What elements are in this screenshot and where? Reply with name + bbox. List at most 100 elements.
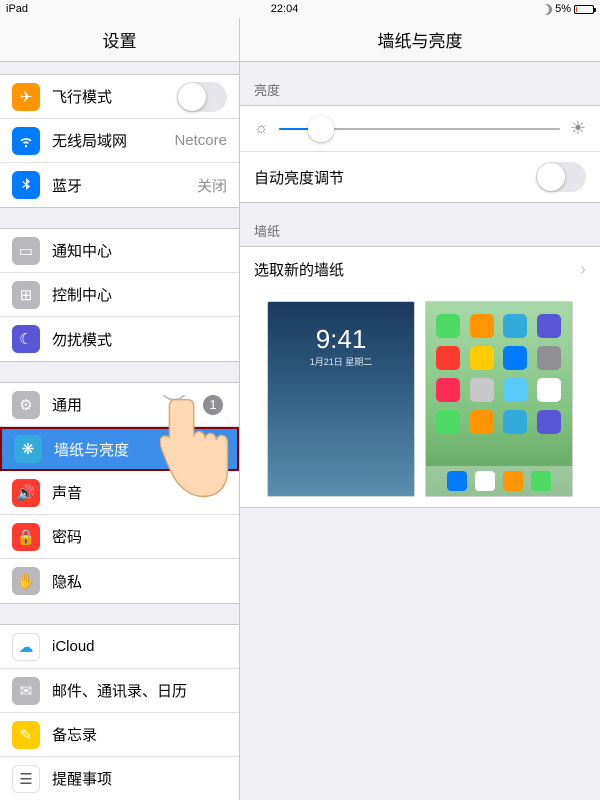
sidebar-item-label: 邮件、通讯录、日历 [52,680,227,701]
privacy-icon: ✋ [12,567,40,595]
sidebar-item-label: 提醒事项 [52,768,227,789]
sidebar-item-icloud[interactable]: ☁ iCloud [0,625,239,669]
select-wallpaper-label: 选取新的墙纸 [254,259,580,280]
sidebar-item-label: 隐私 [52,571,227,592]
preview-app-icon [436,346,460,370]
preview-app-icon [537,410,561,434]
sidebar-item-general[interactable]: ⚙ 通用 1 [0,383,239,427]
homescreen-preview[interactable] [425,301,573,497]
wifi-icon [12,127,40,155]
mail-icon: ✉ [12,677,40,705]
icloud-icon: ☁ [12,633,40,661]
sidebar-item-label: 勿扰模式 [52,329,227,350]
wallpaper-previews: 9:41 1月21日 星期二 [240,291,600,507]
preview-app-icon [503,410,527,434]
brightness-panel: ☼ ☀ 自动亮度调节 [240,105,600,203]
preview-app-icon [503,314,527,338]
sidebar-item-label: 备忘录 [52,724,227,745]
sidebar-item-label: 密码 [52,526,227,547]
sidebar-item-label: 控制中心 [52,284,227,305]
sidebar-item-reminders[interactable]: ☰ 提醒事项 [0,757,239,800]
preview-app-icon [470,346,494,370]
brightness-slider-row: ☼ ☀ [240,106,600,151]
wallpaper-panel: 选取新的墙纸 › 9:41 1月21日 星期二 [240,246,600,508]
preview-dock-icon [475,471,495,491]
settings-sidebar: 设置 ✈ 飞行模式 无线局域网 Netcore 蓝牙 关闭 ▭ 通知中心 [0,18,240,800]
sidebar-item-value: 关闭 [197,175,227,196]
preview-app-icon [537,346,561,370]
sidebar-item-label: 通知中心 [52,240,227,261]
sidebar-item-dnd[interactable]: ☾ 勿扰模式 [0,317,239,361]
lock-preview-time: 9:41 [268,324,414,355]
sidebar-item-bluetooth[interactable]: 蓝牙 关闭 [0,163,239,207]
sidebar-item-passcode[interactable]: 🔒 密码 [0,515,239,559]
lock-preview-date: 1月21日 星期二 [268,355,414,368]
preview-app-icon [470,314,494,338]
sidebar-item-label: 墙纸与亮度 [54,439,225,460]
status-bar: iPad 22:04 5% [0,0,600,18]
select-wallpaper-row[interactable]: 选取新的墙纸 › [240,247,600,291]
sidebar-item-sounds[interactable]: 🔊 声音 [0,471,239,515]
detail-title: 墙纸与亮度 [240,18,600,62]
preview-dock-icon [503,471,523,491]
sidebar-item-wallpaper[interactable]: ❋ 墙纸与亮度 [0,427,239,471]
auto-brightness-toggle[interactable] [536,162,586,192]
sidebar-title: 设置 [0,18,239,62]
control-center-icon: ⊞ [12,281,40,309]
wallpaper-icon: ❋ [14,435,42,463]
sidebar-item-label: iCloud [52,638,227,655]
sidebar-item-mail[interactable]: ✉ 邮件、通讯录、日历 [0,669,239,713]
preview-app-icon [470,410,494,434]
sidebar-item-control-center[interactable]: ⊞ 控制中心 [0,273,239,317]
brightness-header: 亮度 [240,62,600,105]
sidebar-item-label: 飞行模式 [52,86,177,107]
preview-app-icon [436,378,460,402]
preview-app-icon [470,378,494,402]
sidebar-item-notifications[interactable]: ▭ 通知中心 [0,229,239,273]
badge: 1 [203,395,223,415]
general-icon: ⚙ [12,391,40,419]
bluetooth-icon [12,171,40,199]
brightness-slider[interactable] [279,128,560,130]
preview-app-icon [537,314,561,338]
notification-icon: ▭ [12,237,40,265]
device-label: iPad [6,3,28,15]
airplane-toggle[interactable] [177,82,227,112]
sidebar-item-label: 蓝牙 [52,175,197,196]
auto-brightness-row: 自动亮度调节 [240,151,600,202]
sidebar-group-apps: ☁ iCloud ✉ 邮件、通讯录、日历 ✎ 备忘录 ☰ 提醒事项 💬 信息 📷 [0,624,239,800]
sidebar-item-privacy[interactable]: ✋ 隐私 [0,559,239,603]
dnd-moon-icon [541,4,552,15]
sidebar-group-device: ⚙ 通用 1 ❋ 墙纸与亮度 🔊 声音 🔒 密码 ✋ 隐私 [0,382,239,604]
airplane-icon: ✈ [12,83,40,111]
preview-dock-icon [447,471,467,491]
sidebar-item-value: Netcore [174,132,227,149]
sidebar-item-notes[interactable]: ✎ 备忘录 [0,713,239,757]
preview-app-icon [503,346,527,370]
sun-small-icon: ☼ [254,120,269,138]
battery-percent: 5% [555,3,571,15]
sidebar-item-label: 声音 [52,482,227,503]
sidebar-item-wifi[interactable]: 无线局域网 Netcore [0,119,239,163]
preview-app-icon [537,378,561,402]
auto-brightness-label: 自动亮度调节 [254,167,536,188]
preview-app-icon [503,378,527,402]
sun-large-icon: ☀ [570,118,586,139]
wallpaper-header: 墙纸 [240,203,600,246]
detail-pane: 墙纸与亮度 亮度 ☼ ☀ 自动亮度调节 墙纸 选取新的墙纸 › [240,18,600,800]
status-time: 22:04 [28,3,541,15]
lockscreen-preview[interactable]: 9:41 1月21日 星期二 [267,301,415,497]
sounds-icon: 🔊 [12,479,40,507]
preview-app-icon [436,410,460,434]
preview-app-icon [436,314,460,338]
passcode-icon: 🔒 [12,523,40,551]
sidebar-item-airplane[interactable]: ✈ 飞行模式 [0,75,239,119]
sidebar-item-label: 通用 [52,394,203,415]
chevron-right-icon: › [580,259,586,280]
sidebar-group-network: ✈ 飞行模式 无线局域网 Netcore 蓝牙 关闭 [0,74,239,208]
sidebar-group-notify: ▭ 通知中心 ⊞ 控制中心 ☾ 勿扰模式 [0,228,239,362]
notes-icon: ✎ [12,721,40,749]
battery-icon [574,5,594,14]
preview-dock-icon [531,471,551,491]
reminders-icon: ☰ [12,765,40,793]
